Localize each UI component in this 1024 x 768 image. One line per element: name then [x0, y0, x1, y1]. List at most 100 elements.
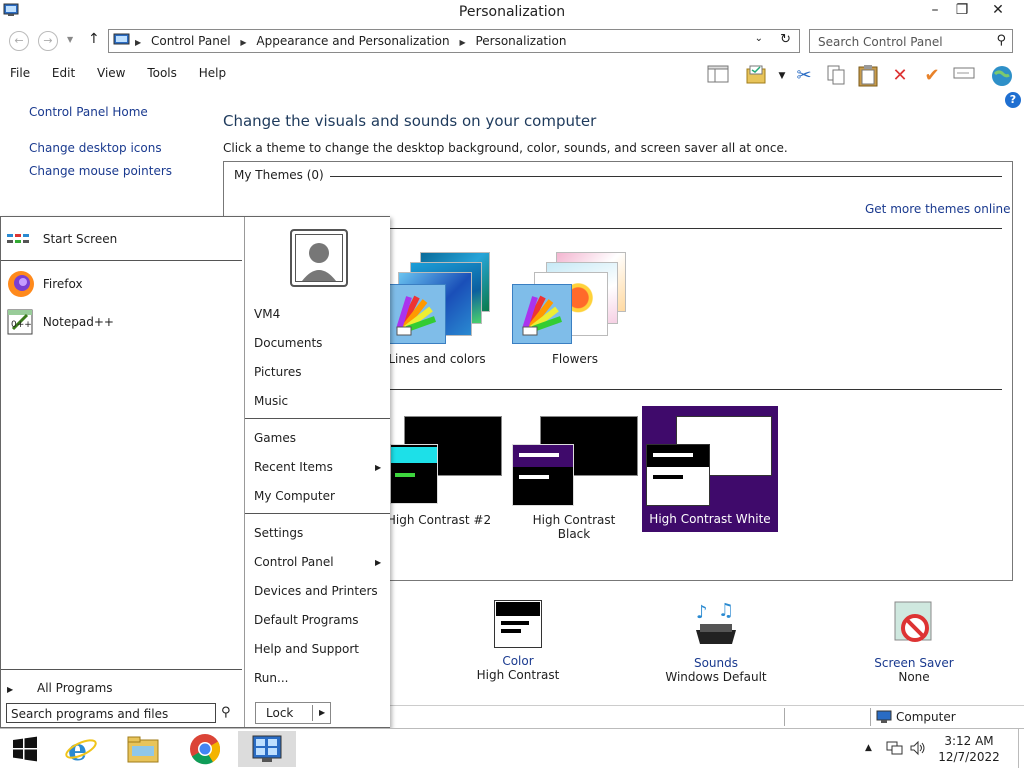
- change-mouse-pointers-link[interactable]: Change mouse pointers: [29, 164, 172, 178]
- copy-icon[interactable]: [824, 64, 848, 88]
- forward-button[interactable]: →: [38, 31, 58, 51]
- address-dropdown-icon[interactable]: ⌄: [755, 33, 763, 44]
- group-divider: [390, 389, 1002, 390]
- forward-arrow-icon: →: [43, 34, 53, 47]
- search-icon[interactable]: ⚲: [996, 33, 1006, 48]
- paste-icon[interactable]: [856, 64, 880, 88]
- address-bar[interactable]: ▶ Control Panel ▶ Appearance and Persona…: [108, 29, 800, 53]
- taskbar-internet-explorer[interactable]: e: [52, 731, 110, 767]
- change-desktop-icons-link[interactable]: Change desktop icons: [29, 141, 162, 155]
- breadcrumb-separator-icon: ▶: [459, 38, 466, 47]
- games-item[interactable]: Games: [254, 431, 296, 445]
- start-screen-item[interactable]: Start Screen: [7, 231, 117, 247]
- theme-lines-and-colors[interactable]: [386, 248, 510, 348]
- taskbar-file-explorer[interactable]: [114, 731, 172, 767]
- recent-pages-chevron-icon[interactable]: ▼: [67, 35, 73, 44]
- firefox-item[interactable]: Firefox: [5, 269, 83, 299]
- preview-pane-icon[interactable]: [706, 64, 730, 88]
- theme-high-contrast-black[interactable]: [512, 416, 638, 506]
- back-arrow-icon: ←: [14, 34, 24, 47]
- firefox-label: Firefox: [42, 276, 83, 291]
- menu-view[interactable]: View: [97, 66, 125, 80]
- show-hidden-icons-icon[interactable]: ▲: [865, 743, 872, 753]
- start-screen-icon: [7, 234, 29, 243]
- menu-tools[interactable]: Tools: [147, 66, 177, 80]
- taskbar-clock[interactable]: 3:12 AM 12/7/2022: [934, 733, 1004, 765]
- shutdown-options-arrow-icon[interactable]: ▶: [319, 708, 325, 717]
- settings-item[interactable]: Settings: [254, 526, 303, 540]
- breadcrumb-appearance[interactable]: Appearance and Personalization: [256, 34, 449, 48]
- start-search-icon[interactable]: ⚲: [221, 705, 231, 720]
- maximize-button[interactable]: ❐: [945, 0, 979, 22]
- devices-and-printers-item[interactable]: Devices and Printers: [254, 584, 378, 598]
- notepad-plus-plus-item[interactable]: 0++ Notepad++: [5, 307, 114, 337]
- delete-icon[interactable]: ✕: [888, 64, 912, 88]
- screen-saver-icon: [894, 601, 932, 642]
- theme-label-hc2: High Contrast #2: [386, 513, 492, 527]
- taskbar-control-panel[interactable]: [238, 731, 296, 767]
- help-and-support-item[interactable]: Help and Support: [254, 642, 359, 656]
- breadcrumb-personalization[interactable]: Personalization: [475, 34, 566, 48]
- sounds-setting[interactable]: ♪ ♫ Sounds Windows Default: [660, 600, 772, 684]
- screen-saver-label[interactable]: Screen Saver: [864, 656, 964, 670]
- firefox-icon: [8, 271, 34, 297]
- breadcrumb-control-panel[interactable]: Control Panel: [151, 34, 231, 48]
- color-label[interactable]: Color: [468, 654, 568, 668]
- screen-saver-value: None: [898, 670, 930, 684]
- network-icon[interactable]: [885, 740, 903, 759]
- breadcrumb-separator-icon: ▶: [240, 38, 247, 47]
- pictures-item[interactable]: Pictures: [254, 365, 302, 379]
- run-item[interactable]: Run...: [254, 671, 288, 685]
- theme-high-contrast-white[interactable]: High Contrast White: [642, 406, 778, 532]
- user-name-item[interactable]: VM4: [254, 307, 280, 321]
- properties-check-icon[interactable]: ✔: [920, 64, 944, 88]
- close-button[interactable]: ✕: [981, 0, 1015, 22]
- cut-icon[interactable]: ✂: [792, 64, 816, 88]
- documents-item[interactable]: Documents: [254, 336, 322, 350]
- computer-icon: [876, 710, 892, 723]
- clock-date: 12/7/2022: [938, 750, 1000, 764]
- folder-options-dropdown-icon[interactable]: ▼: [770, 64, 794, 88]
- color-palette-icon: [386, 284, 446, 344]
- default-programs-item[interactable]: Default Programs: [254, 613, 359, 627]
- rename-icon[interactable]: [952, 64, 976, 88]
- menu-file[interactable]: File: [10, 66, 30, 80]
- get-more-themes-link[interactable]: Get more themes online: [865, 202, 1011, 216]
- color-value: High Contrast: [476, 668, 560, 682]
- all-programs-arrow-icon: ▶: [7, 685, 14, 694]
- sounds-label[interactable]: Sounds: [660, 656, 772, 670]
- up-arrow-icon[interactable]: ↑: [88, 31, 100, 47]
- lock-button[interactable]: Lock ▶: [255, 702, 331, 724]
- color-setting[interactable]: Color High Contrast: [468, 600, 568, 682]
- folder-options-icon[interactable]: [744, 64, 768, 88]
- refresh-icon[interactable]: ↻: [780, 32, 791, 47]
- taskbar-chrome[interactable]: [176, 731, 234, 767]
- search-control-panel-input[interactable]: Search Control Panel ⚲: [809, 29, 1013, 53]
- theme-label-hcwhite: High Contrast White: [649, 512, 771, 526]
- all-programs-item[interactable]: ▶ All Programs: [7, 681, 113, 695]
- title-bar: Personalization – ❐ ✕: [0, 0, 1024, 26]
- menu-edit[interactable]: Edit: [52, 66, 75, 80]
- theme-high-contrast-2[interactable]: [390, 416, 502, 506]
- user-icon: [296, 235, 342, 281]
- back-button[interactable]: ←: [9, 31, 29, 51]
- my-computer-item[interactable]: My Computer: [254, 489, 335, 503]
- status-computer: Computer: [896, 710, 956, 724]
- start-button[interactable]: [0, 731, 50, 767]
- user-avatar[interactable]: [290, 229, 348, 287]
- sounds-speaker-icon: ♪ ♫: [696, 600, 736, 644]
- music-item[interactable]: Music: [254, 394, 288, 408]
- globe-icon[interactable]: [990, 64, 1014, 88]
- start-search-input[interactable]: Search programs and files: [6, 703, 216, 723]
- show-desktop-button[interactable]: [1018, 729, 1024, 768]
- theme-flowers[interactable]: [512, 248, 642, 348]
- volume-icon[interactable]: [909, 740, 927, 759]
- control-panel-home-link[interactable]: Control Panel Home: [29, 105, 148, 119]
- window-preview: [512, 444, 574, 506]
- screen-saver-setting[interactable]: Screen Saver None: [864, 600, 964, 684]
- recent-items-item[interactable]: Recent Items: [254, 460, 333, 474]
- menu-help[interactable]: Help: [199, 66, 226, 80]
- control-panel-item[interactable]: Control Panel: [254, 555, 334, 569]
- help-icon[interactable]: ?: [1005, 92, 1021, 108]
- notepad-plus-plus-icon: 0++: [7, 309, 33, 335]
